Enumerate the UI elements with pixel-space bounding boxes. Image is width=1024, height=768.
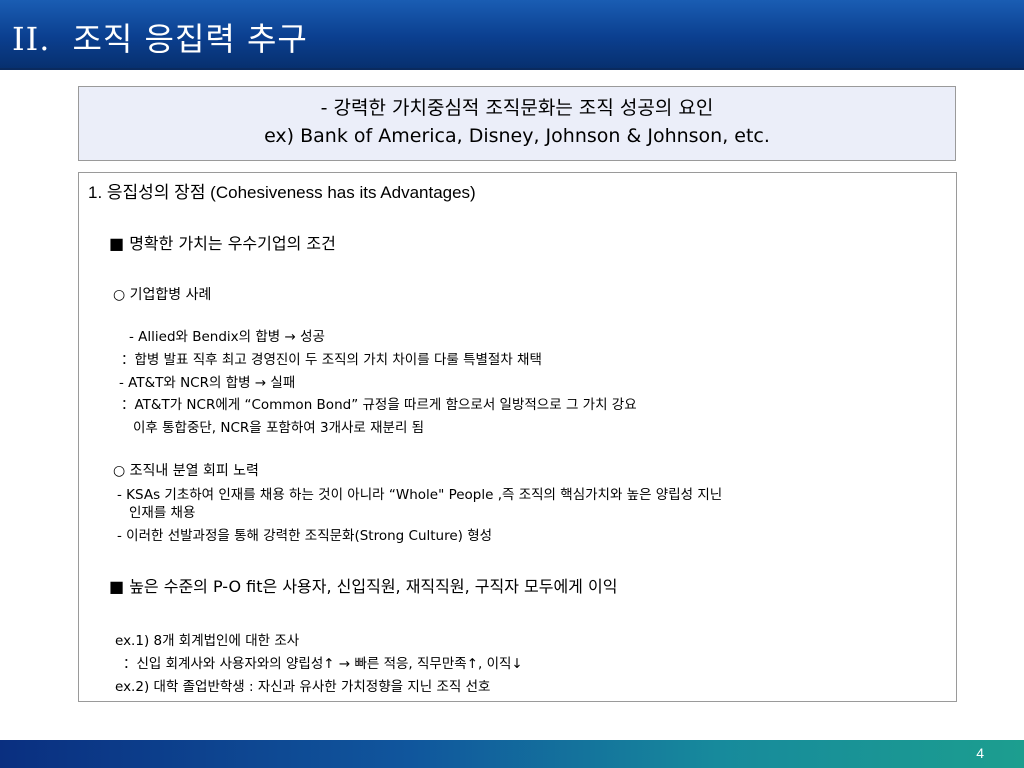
footer-bar: 4: [0, 740, 1024, 768]
point2-line: ：신입 회계사와 사용자와의 양립성↑ → 빠른 적응, 직무만족↑, 이직↓: [123, 656, 523, 672]
section-number: II.: [12, 20, 51, 58]
sub2-title: ○ 조직내 분열 회피 노력: [113, 463, 259, 479]
sub1-line: ：합병 발표 직후 최고 경영진이 두 조직의 가치 차이를 다룰 특별절차 채…: [121, 352, 542, 368]
content-box: 1. 응집성의 장점 (Cohesiveness has its Advanta…: [78, 172, 957, 702]
summary-line-2: ex) Bank of America, Disney, Johnson & J…: [264, 125, 770, 147]
summary-box: - 강력한 가치중심적 조직문화는 조직 성공의 요인 ex) Bank of …: [78, 86, 956, 161]
sub1-title: ○ 기업합병 사례: [113, 287, 212, 303]
section-heading: 1. 응집성의 장점 (Cohesiveness has its Advanta…: [88, 183, 476, 202]
page-number: 4: [976, 745, 984, 761]
point2-line: ex.1) 8개 회계법인에 대한 조사: [115, 633, 300, 649]
title-bar: II. 조직 응집력 추구: [0, 0, 1024, 70]
summary-line-1: - 강력한 가치중심적 조직문화는 조직 성공의 요인: [320, 97, 714, 119]
point2-title: ■ 높은 수준의 P-O fit은 사용자, 신입직원, 재직직원, 구직자 모…: [109, 577, 618, 596]
sub1-line: - AT&T와 NCR의 합병 → 실패: [119, 375, 296, 391]
sub2-line: 인재를 채용: [129, 505, 196, 521]
sub1-line: - Allied와 Bendix의 합병 → 성공: [129, 329, 325, 345]
sub1-line: ：AT&T가 NCR에게 “Common Bond” 규정을 따르게 함으로서 …: [121, 397, 637, 413]
sub1-line: 이후 통합중단, NCR을 포함하여 3개사로 재분리 됨: [133, 420, 425, 436]
title-text: 조직 응집력 추구: [72, 20, 308, 58]
point2-line: ex.2) 대학 졸업반학생 : 자신과 유사한 가치정향을 지닌 조직 선호: [115, 679, 491, 695]
sub2-line: - KSAs 기초하여 인재를 채용 하는 것이 아니라 “Whole" Peo…: [117, 487, 723, 503]
slide-title: II. 조직 응집력 추구: [12, 14, 308, 60]
sub2-line: - 이러한 선발과정을 통해 강력한 조직문화(Strong Culture) …: [117, 528, 493, 544]
point1-title: ■ 명확한 가치는 우수기업의 조건: [109, 234, 336, 253]
